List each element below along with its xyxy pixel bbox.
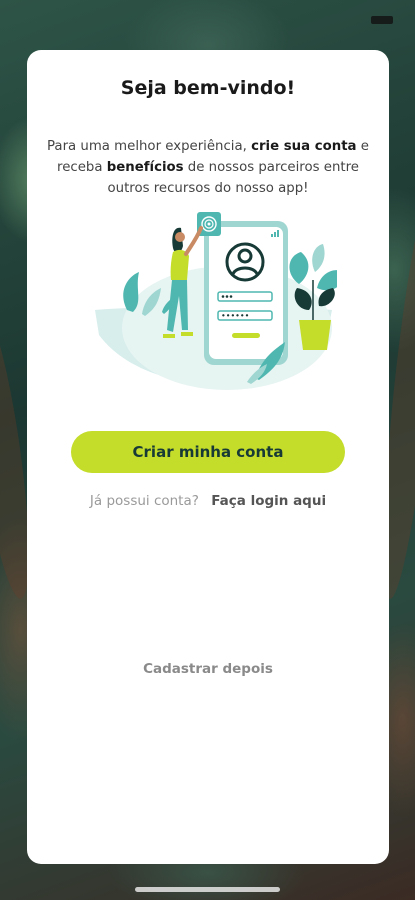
desc-bold-benefits: benefícios xyxy=(106,160,184,175)
page-title: Seja bem-vindo! xyxy=(120,77,296,99)
battery-icon xyxy=(371,16,393,24)
login-link[interactable]: Faça login aqui xyxy=(211,493,326,509)
desc-text-1: Para uma melhor experiência, xyxy=(47,139,252,154)
welcome-card: Seja bem-vindo! Para uma melhor experiên… xyxy=(27,50,389,864)
signup-illustration: •••••• xyxy=(95,212,337,390)
svg-text:••••••: •••••• xyxy=(221,312,249,321)
home-indicator[interactable] xyxy=(135,887,280,892)
welcome-description: Para uma melhor experiência, crie sua co… xyxy=(37,136,379,199)
create-account-button[interactable]: Criar minha conta xyxy=(71,431,345,473)
has-account-text: Já possui conta? xyxy=(89,493,199,509)
login-row: Já possui conta? Faça login aqui xyxy=(27,493,389,509)
register-later-link[interactable]: Cadastrar depois xyxy=(27,661,389,677)
desc-bold-create-account: crie sua conta xyxy=(251,139,357,154)
